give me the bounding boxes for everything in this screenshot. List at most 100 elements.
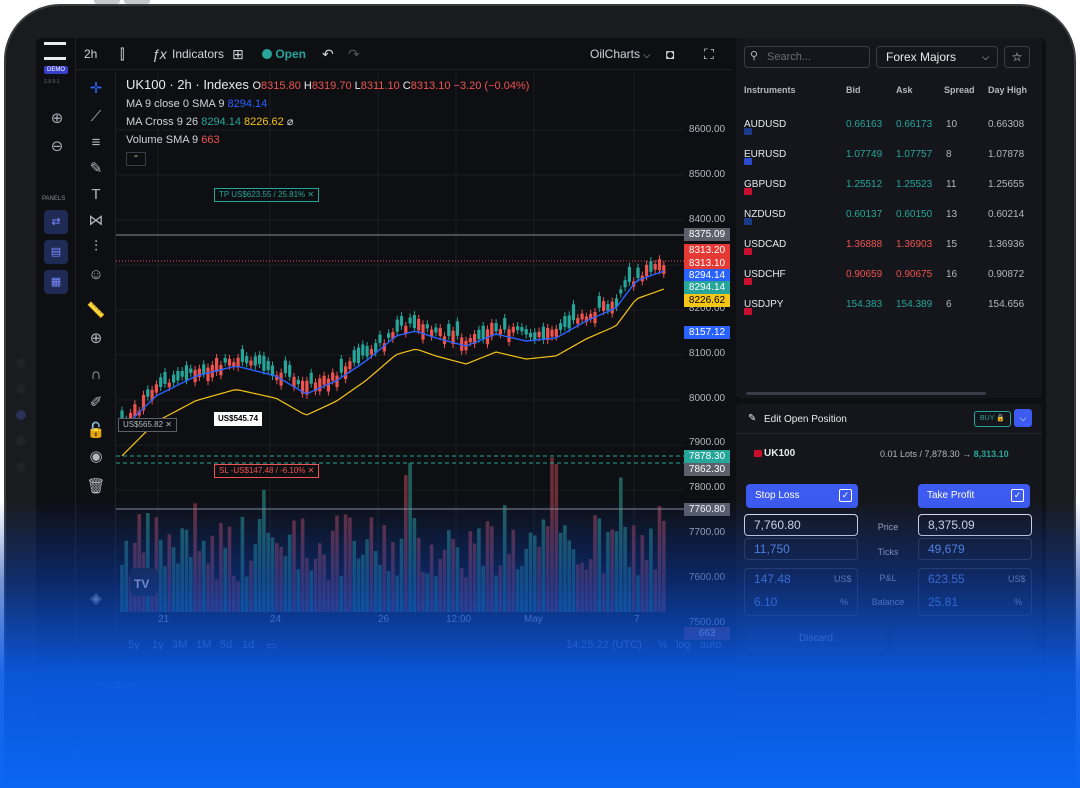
favorite-star-icon[interactable]: ☆	[1004, 46, 1030, 68]
sl-pnl-value[interactable]: 147.48	[754, 572, 791, 586]
close-icon[interactable]: ✕	[308, 466, 315, 475]
hide-icon[interactable]: ⌀	[287, 116, 294, 128]
emoji-icon[interactable]: ☺	[84, 264, 108, 286]
zoom-out-icon[interactable]: ⊖	[46, 136, 68, 158]
table-row[interactable]: NZDUSD 0.60137 0.60150 13 0.60214	[736, 200, 1042, 230]
auto-toggle[interactable]: auto	[700, 639, 721, 651]
text-icon[interactable]: T	[84, 184, 108, 206]
tp-price-input[interactable]: 8,375.09	[918, 514, 1032, 536]
volume-bar	[563, 525, 567, 612]
sl-price-input[interactable]: 7,760.80	[744, 514, 858, 536]
camera-icon[interactable]: ◘	[666, 46, 674, 62]
col-spread[interactable]: Spread	[944, 85, 975, 95]
range-1y[interactable]: 1y	[152, 639, 164, 651]
tp-pnl-value[interactable]: 623.55	[928, 572, 965, 586]
horizontal-scrollbar[interactable]	[746, 392, 986, 395]
col-instruments[interactable]: Instruments	[744, 85, 796, 95]
entry-line-label[interactable]: US$565.82 ✕	[118, 418, 177, 432]
crosshair-icon[interactable]: ✛	[84, 78, 108, 100]
redo-icon[interactable]: ↷	[348, 46, 360, 62]
table-row[interactable]: USDJPY 154.383 154.389 6 154.656	[736, 290, 1042, 320]
confirm-button[interactable]	[894, 626, 1034, 652]
col-bid[interactable]: Bid	[846, 85, 861, 95]
table-row[interactable]: EURUSD 1.07749 1.07757 8 1.07878	[736, 140, 1042, 170]
stop-loss-toggle[interactable]: Stop Loss ✓	[746, 484, 858, 508]
brand-menu[interactable]: OilCharts ⌵	[590, 46, 650, 63]
prediction-icon[interactable]: ⫶	[84, 236, 108, 258]
collapse-legend-button[interactable]: ⌃	[126, 152, 146, 166]
trash-icon[interactable]: 🗑	[84, 476, 108, 498]
take-profit-toggle[interactable]: Take Profit ✓	[918, 484, 1030, 508]
layers-icon[interactable]: ◈	[84, 588, 108, 610]
eye-icon[interactable]: ◉	[84, 446, 108, 468]
tp-line-label[interactable]: TP US$623.55 / 25.81% ✕	[214, 188, 320, 202]
lines-icon[interactable]: ≡	[84, 132, 108, 154]
volume-bar	[550, 457, 554, 612]
panel-orders-icon[interactable]: ▦	[44, 270, 68, 294]
ruler-icon[interactable]: 📏	[84, 300, 108, 322]
volume-bar	[619, 477, 623, 612]
col-day-high[interactable]: Day High	[988, 85, 1027, 95]
table-row[interactable]: USDCAD 1.36888 1.36903 15 1.36936	[736, 230, 1042, 260]
range-5y[interactable]: 5y	[128, 639, 140, 651]
zoom-icon[interactable]: ⊕	[84, 328, 108, 350]
magnet-icon[interactable]: ∩	[84, 364, 108, 386]
tp-ticks-input[interactable]: 49,679	[918, 538, 1032, 560]
discard-button[interactable]: Discard	[746, 626, 886, 652]
undo-icon[interactable]: ↶	[322, 46, 334, 62]
sl-pct-value[interactable]: 6.10	[754, 595, 777, 609]
ma-label: MA 9 close 0 SMA 9	[126, 98, 225, 110]
watchlist-select[interactable]: Forex Majors ⌵	[876, 46, 998, 68]
panel-trade-icon[interactable]: ⇄	[44, 210, 68, 234]
volume-bar	[485, 521, 490, 612]
collapse-button[interactable]: ⌵	[1014, 409, 1032, 427]
pattern-icon[interactable]: ⋈	[84, 210, 108, 232]
app-logo-icon[interactable]	[44, 42, 66, 60]
clock[interactable]: 14:25:22 (UTC)	[566, 639, 642, 651]
volume-bar	[253, 544, 258, 612]
search-input[interactable]: Search...	[744, 46, 870, 68]
tp-pct-value[interactable]: 25.81	[928, 595, 958, 609]
log-toggle[interactable]: log	[676, 639, 691, 651]
zoom-in-icon[interactable]: ⊕	[46, 108, 68, 130]
table-row[interactable]: AUDUSD 0.66163 0.66173 10 0.66308	[736, 110, 1042, 140]
table-row[interactable]: GBPUSD 1.25512 1.25523 11 1.25655	[736, 170, 1042, 200]
volume-bar	[438, 559, 442, 612]
volume-bar	[180, 528, 184, 612]
range-5d[interactable]: 5d	[220, 639, 232, 651]
brush-icon[interactable]: ✎	[84, 158, 108, 180]
close-icon[interactable]: ✕	[165, 420, 172, 429]
col-ask[interactable]: Ask	[896, 85, 913, 95]
candle	[537, 331, 541, 338]
range-1d[interactable]: 1d	[242, 639, 254, 651]
range-1m[interactable]: 1M	[196, 639, 211, 651]
fullscreen-icon[interactable]: ⛶	[704, 46, 714, 62]
macross-indicator[interactable]: MA Cross 9 26 8294.14 8226.62 ⌀	[126, 113, 529, 131]
interval-button[interactable]: 2h	[84, 46, 97, 62]
candle	[623, 280, 627, 288]
table-row[interactable]: USDCHF 0.90659 0.90675 16 0.90872	[736, 260, 1042, 290]
trendline-icon[interactable]: ⟋	[84, 106, 108, 128]
price-axis[interactable]: 8600.008500.008400.008300.008200.008100.…	[684, 72, 730, 640]
panel-market-icon[interactable]: ▤	[44, 240, 68, 264]
volume-indicator[interactable]: Volume SMA 9 663	[126, 131, 529, 149]
date-range-icon[interactable]: ▭	[266, 639, 276, 652]
sl-line-label[interactable]: SL -US$147.48 / -6.10% ✕	[214, 464, 320, 478]
layout-grid-icon[interactable]: ⊞	[232, 46, 244, 62]
ma-indicator[interactable]: MA 9 close 0 SMA 9 8294.14	[126, 95, 529, 113]
candle	[494, 323, 498, 332]
close-icon[interactable]: ✕	[307, 190, 314, 199]
price-label: 8600.00	[688, 124, 726, 135]
spread: 15	[946, 239, 958, 250]
positions-tab[interactable]: Positions	[96, 680, 137, 691]
sl-ticks-input[interactable]: 11,750	[744, 538, 858, 560]
lock-icon[interactable]: 🔓	[84, 420, 108, 442]
candles-icon[interactable]: ⫿	[120, 46, 124, 62]
pencil-lock-icon[interactable]: ✐	[84, 392, 108, 414]
range-3m[interactable]: 3M	[172, 639, 187, 651]
volume-bar	[352, 541, 356, 612]
indicators-button[interactable]: Indicators	[172, 46, 224, 62]
time-axis[interactable]: 21 24 26 12:00 May 7	[116, 610, 728, 628]
percent-toggle[interactable]: %	[658, 639, 668, 651]
symbol-title-text: UK100 · 2h · Indexes	[126, 77, 249, 92]
